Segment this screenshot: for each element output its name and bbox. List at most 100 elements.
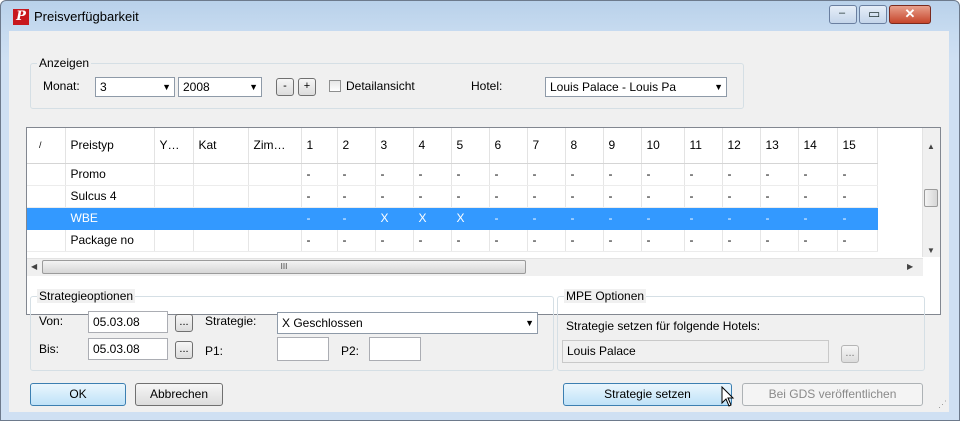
grid-horizontal-scrollbar[interactable]: ◀ III ▶ (27, 258, 923, 276)
column-header[interactable]: Kat (193, 128, 249, 164)
table-cell[interactable]: Package no (65, 229, 155, 252)
table-cell[interactable]: - (760, 163, 799, 186)
month-minus-button[interactable]: - (276, 78, 294, 96)
table-cell[interactable]: - (451, 185, 490, 208)
column-header[interactable]: 10 (641, 128, 685, 164)
table-cell[interactable]: - (489, 207, 528, 230)
column-header[interactable]: 11 (684, 128, 723, 164)
table-cell[interactable] (193, 229, 249, 252)
close-button[interactable]: ✕ (889, 5, 931, 24)
table-cell[interactable] (193, 185, 249, 208)
column-header[interactable]: 1 (301, 128, 338, 164)
table-cell[interactable]: - (375, 229, 414, 252)
table-cell[interactable]: - (798, 185, 838, 208)
table-cell[interactable]: - (603, 163, 642, 186)
table-cell[interactable]: - (760, 229, 799, 252)
table-cell[interactable]: - (760, 185, 799, 208)
table-cell[interactable]: - (301, 163, 338, 186)
table-cell[interactable]: - (565, 163, 604, 186)
table-cell[interactable]: - (301, 185, 338, 208)
table-cell[interactable]: - (489, 163, 528, 186)
minimize-button[interactable]: ‒ (829, 5, 857, 24)
p2-input[interactable] (369, 337, 421, 361)
column-header[interactable]: 8 (565, 128, 604, 164)
table-cell[interactable]: - (641, 229, 685, 252)
column-header[interactable]: 12 (722, 128, 761, 164)
table-cell[interactable]: - (722, 207, 761, 230)
table-cell[interactable] (154, 207, 194, 230)
monat-select[interactable]: 3 ▼ (95, 77, 175, 97)
table-row[interactable]: Promo - - - - - - - - - - - - - - - (27, 163, 878, 186)
table-cell[interactable] (154, 185, 194, 208)
table-cell[interactable]: - (684, 207, 723, 230)
table-cell[interactable]: - (603, 207, 642, 230)
table-cell[interactable]: - (722, 185, 761, 208)
detailansicht-checkbox[interactable] (329, 80, 341, 92)
table-cell[interactable] (248, 207, 302, 230)
table-cell[interactable] (27, 163, 66, 186)
column-header[interactable]: 3 (375, 128, 414, 164)
hotel-select[interactable]: Louis Palace - Louis Pa ▼ (545, 77, 727, 97)
table-cell[interactable]: - (451, 229, 490, 252)
table-cell[interactable]: - (375, 185, 414, 208)
scroll-left-icon[interactable]: ◀ (31, 262, 37, 271)
scroll-right-icon[interactable]: ▶ (907, 262, 913, 271)
table-cell[interactable]: - (684, 185, 723, 208)
column-header[interactable]: 7 (527, 128, 566, 164)
resize-grip-icon[interactable]: ⋰ (938, 399, 947, 410)
table-cell[interactable]: - (375, 163, 414, 186)
month-plus-button[interactable]: + (298, 78, 316, 96)
table-cell[interactable]: - (413, 229, 452, 252)
grid-vertical-scrollbar[interactable]: ▲ ▼ (922, 128, 940, 257)
title-bar[interactable]: P Preisverfügbarkeit ‒ ▭ ✕ (1, 1, 959, 31)
table-cell[interactable]: - (603, 229, 642, 252)
table-cell[interactable]: - (337, 185, 376, 208)
table-cell[interactable]: - (760, 207, 799, 230)
table-cell[interactable]: - (603, 185, 642, 208)
table-cell[interactable] (154, 229, 194, 252)
table-cell[interactable] (248, 185, 302, 208)
table-cell[interactable]: - (798, 163, 838, 186)
table-cell[interactable]: - (451, 163, 490, 186)
column-header[interactable]: 9 (603, 128, 642, 164)
table-row[interactable]: WBE - - X X X - - - - - - - - - - (27, 207, 878, 230)
column-header[interactable]: Zim… (248, 128, 302, 164)
table-cell[interactable]: - (837, 185, 878, 208)
von-date-input[interactable]: 05.03.08 (88, 311, 168, 333)
table-cell[interactable] (27, 229, 66, 252)
table-cell[interactable]: - (527, 163, 566, 186)
table-cell[interactable]: - (837, 229, 878, 252)
price-grid[interactable]: / Preistyp Y… Kat Zim… 1 2 3 4 5 6 7 8 9 10 11 12 13 14 15 P… (26, 127, 941, 315)
table-cell[interactable]: X (451, 207, 490, 230)
table-cell[interactable]: - (413, 185, 452, 208)
strategie-select[interactable]: X Geschlossen ▼ (277, 312, 538, 334)
table-cell[interactable]: WBE (65, 207, 155, 230)
horizontal-scroll-thumb[interactable]: III (42, 260, 526, 274)
column-header[interactable]: Preistyp (65, 128, 155, 164)
column-header[interactable]: 14 (798, 128, 838, 164)
von-date-picker-button[interactable]: ... (175, 314, 193, 332)
table-cell[interactable]: - (641, 207, 685, 230)
table-cell[interactable]: - (837, 207, 878, 230)
table-cell[interactable]: - (565, 185, 604, 208)
scroll-up-icon[interactable]: ▲ (927, 142, 935, 151)
column-header[interactable]: 6 (489, 128, 528, 164)
column-header[interactable]: 5 (451, 128, 490, 164)
table-cell[interactable]: - (337, 163, 376, 186)
column-header[interactable]: Y… (154, 128, 194, 164)
table-cell[interactable]: X (413, 207, 452, 230)
ok-button[interactable]: OK (30, 383, 126, 406)
table-cell[interactable]: - (337, 207, 376, 230)
table-cell[interactable]: - (301, 207, 338, 230)
table-row[interactable]: Sulcus 4--------------- (27, 185, 878, 208)
column-header[interactable]: 4 (413, 128, 452, 164)
column-header[interactable]: 15 (837, 128, 878, 164)
table-cell[interactable]: - (722, 229, 761, 252)
cancel-button[interactable]: Abbrechen (135, 383, 223, 406)
table-cell[interactable]: - (798, 229, 838, 252)
table-cell[interactable]: Promo (65, 163, 155, 186)
table-cell[interactable]: Sulcus 4 (65, 185, 155, 208)
table-cell[interactable]: - (527, 229, 566, 252)
table-cell[interactable]: - (837, 163, 878, 186)
table-cell[interactable]: - (798, 207, 838, 230)
